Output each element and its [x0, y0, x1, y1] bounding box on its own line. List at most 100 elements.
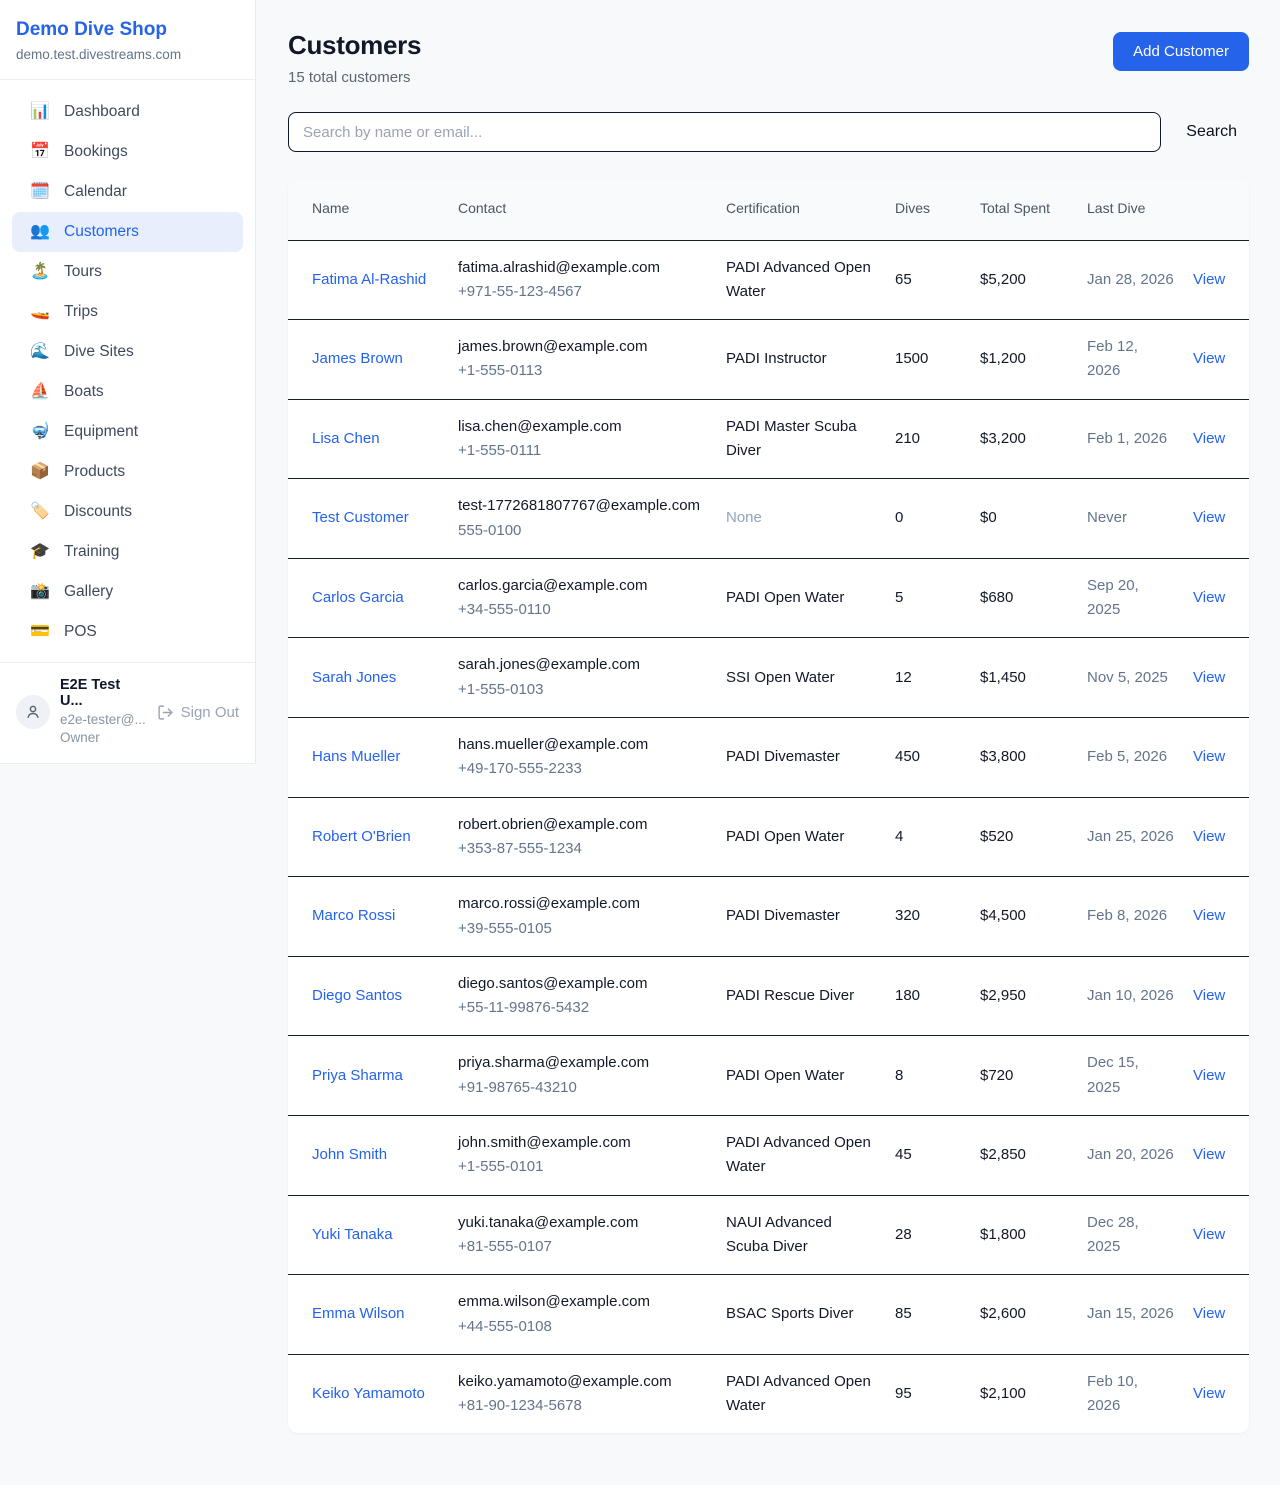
- sidebar-item-dive-sites[interactable]: 🌊 Dive Sites: [12, 332, 243, 372]
- customer-name-link[interactable]: Yuki Tanaka: [312, 1226, 393, 1243]
- customer-certification: SSI Open Water: [726, 638, 895, 718]
- shop-title: Demo Dive Shop: [16, 19, 239, 41]
- view-link[interactable]: View: [1193, 271, 1225, 288]
- view-link[interactable]: View: [1193, 669, 1225, 686]
- view-link[interactable]: View: [1193, 987, 1225, 1004]
- customer-name-link[interactable]: John Smith: [312, 1146, 387, 1163]
- column-header-certification: Certification: [726, 178, 895, 240]
- customer-name-link[interactable]: Carlos Garcia: [312, 589, 404, 606]
- sidebar-item-dashboard[interactable]: 📊 Dashboard: [12, 92, 243, 132]
- customer-last-dive: Jan 28, 2026: [1087, 240, 1193, 320]
- table-row: Carlos Garcia carlos.garcia@example.com …: [288, 558, 1249, 638]
- view-link[interactable]: View: [1193, 430, 1225, 447]
- view-link[interactable]: View: [1193, 1305, 1225, 1322]
- customer-name-link[interactable]: Sarah Jones: [312, 669, 396, 686]
- sidebar-item-discounts[interactable]: 🏷️ Discounts: [12, 492, 243, 532]
- customer-total-spent: $520: [980, 797, 1087, 877]
- sidebar-item-calendar[interactable]: 🗓️ Calendar: [12, 172, 243, 212]
- graduation-cap-icon: 🎓: [30, 544, 50, 560]
- sidebar-item-pos[interactable]: 💳 POS: [12, 612, 243, 652]
- column-header-name: Name: [288, 178, 458, 240]
- customer-name-link[interactable]: James Brown: [312, 350, 403, 367]
- customer-total-spent: $2,950: [980, 956, 1087, 1036]
- customer-email: yuki.tanaka@example.com: [458, 1211, 708, 1235]
- customer-email: marco.rossi@example.com: [458, 892, 708, 916]
- view-link[interactable]: View: [1193, 828, 1225, 845]
- sidebar-item-boats[interactable]: ⛵ Boats: [12, 372, 243, 412]
- table-row: Yuki Tanaka yuki.tanaka@example.com +81-…: [288, 1195, 1249, 1275]
- table-row: James Brown james.brown@example.com +1-5…: [288, 320, 1249, 400]
- view-link[interactable]: View: [1193, 350, 1225, 367]
- customer-certification: PADI Divemaster: [726, 877, 895, 957]
- view-link[interactable]: View: [1193, 748, 1225, 765]
- sidebar-item-gallery[interactable]: 📸 Gallery: [12, 572, 243, 612]
- customer-certification: None: [726, 479, 895, 559]
- view-link[interactable]: View: [1193, 1146, 1225, 1163]
- people-icon: 👥: [30, 224, 50, 240]
- customer-phone: +81-555-0107: [458, 1235, 708, 1259]
- sidebar-item-bookings[interactable]: 📅 Bookings: [12, 132, 243, 172]
- sidebar-item-equipment[interactable]: 🤿 Equipment: [12, 412, 243, 452]
- package-icon: 📦: [30, 464, 50, 480]
- sign-out-button[interactable]: Sign Out: [157, 704, 239, 721]
- sidebar-item-trips[interactable]: 🚤 Trips: [12, 292, 243, 332]
- customer-total-spent: $2,600: [980, 1275, 1087, 1355]
- customer-email: lisa.chen@example.com: [458, 415, 708, 439]
- customer-certification: PADI Open Water: [726, 558, 895, 638]
- customer-name-link[interactable]: Emma Wilson: [312, 1305, 405, 1322]
- customer-email: hans.mueller@example.com: [458, 733, 708, 757]
- customer-name-link[interactable]: Fatima Al-Rashid: [312, 271, 426, 288]
- credit-card-icon: 💳: [30, 624, 50, 640]
- sidebar-item-customers[interactable]: 👥 Customers: [12, 212, 243, 252]
- view-link[interactable]: View: [1193, 589, 1225, 606]
- view-link[interactable]: View: [1193, 907, 1225, 924]
- table-row: Emma Wilson emma.wilson@example.com +44-…: [288, 1275, 1249, 1355]
- customer-dives: 210: [895, 399, 980, 479]
- customer-name-link[interactable]: Test Customer: [312, 509, 409, 526]
- customer-name-link[interactable]: Lisa Chen: [312, 430, 380, 447]
- customer-certification: PADI Instructor: [726, 320, 895, 400]
- page-title: Customers: [288, 30, 421, 61]
- customer-certification: PADI Master Scuba Diver: [726, 399, 895, 479]
- table-row: Keiko Yamamoto keiko.yamamoto@example.co…: [288, 1354, 1249, 1433]
- customer-name-link[interactable]: Priya Sharma: [312, 1067, 403, 1084]
- sidebar-item-training[interactable]: 🎓 Training: [12, 532, 243, 572]
- sidebar-nav: 📊 Dashboard 📅 Bookings 🗓️ Calendar 👥 Cus…: [0, 80, 255, 662]
- speedboat-icon: 🚤: [30, 304, 50, 320]
- customer-name-link[interactable]: Keiko Yamamoto: [312, 1385, 425, 1402]
- table-header-row: NameContactCertificationDivesTotal Spent…: [288, 178, 1249, 240]
- sidebar-item-tours[interactable]: 🏝️ Tours: [12, 252, 243, 292]
- customer-name-link[interactable]: Marco Rossi: [312, 907, 395, 924]
- customer-phone: +81-90-1234-5678: [458, 1394, 708, 1418]
- customer-phone: +34-555-0110: [458, 598, 708, 622]
- customer-email: priya.sharma@example.com: [458, 1051, 708, 1075]
- customer-name-link[interactable]: Diego Santos: [312, 987, 402, 1004]
- user-info: E2E Test U... e2e-tester@... Owner: [60, 677, 147, 747]
- view-link[interactable]: View: [1193, 509, 1225, 526]
- table-row: John Smith john.smith@example.com +1-555…: [288, 1116, 1249, 1196]
- customer-name-link[interactable]: Hans Mueller: [312, 748, 400, 765]
- bar-chart-icon: 📊: [30, 104, 50, 120]
- view-link[interactable]: View: [1193, 1226, 1225, 1243]
- sidebar-item-products[interactable]: 📦 Products: [12, 452, 243, 492]
- customer-phone: +49-170-555-2233: [458, 757, 708, 781]
- customer-phone: +353-87-555-1234: [458, 837, 708, 861]
- page-title-block: Customers 15 total customers: [288, 30, 421, 86]
- customer-name-link[interactable]: Robert O'Brien: [312, 828, 411, 845]
- sidebar: Demo Dive Shop demo.test.divestreams.com…: [0, 0, 256, 764]
- table-row: Priya Sharma priya.sharma@example.com +9…: [288, 1036, 1249, 1116]
- customer-dives: 0: [895, 479, 980, 559]
- customers-table-card: NameContactCertificationDivesTotal Spent…: [288, 178, 1249, 1433]
- search-button[interactable]: Search: [1161, 123, 1249, 141]
- customer-total-spent: $4,500: [980, 877, 1087, 957]
- customer-phone: +91-98765-43210: [458, 1076, 708, 1100]
- customer-dives: 85: [895, 1275, 980, 1355]
- search-input[interactable]: [288, 112, 1161, 152]
- customer-count: 15 total customers: [288, 69, 421, 86]
- add-customer-button[interactable]: Add Customer: [1113, 32, 1249, 71]
- table-row: Sarah Jones sarah.jones@example.com +1-5…: [288, 638, 1249, 718]
- customer-total-spent: $680: [980, 558, 1087, 638]
- customer-phone: +1-555-0113: [458, 359, 708, 383]
- view-link[interactable]: View: [1193, 1385, 1225, 1402]
- view-link[interactable]: View: [1193, 1067, 1225, 1084]
